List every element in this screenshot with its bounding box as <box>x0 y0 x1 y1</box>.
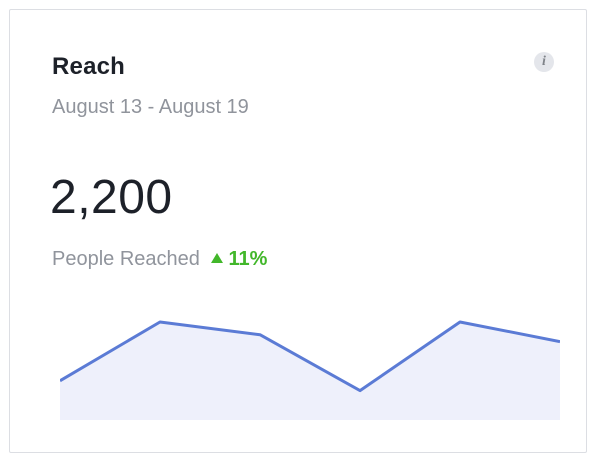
change-value: 11% <box>228 248 268 270</box>
up-arrow-icon <box>211 253 224 263</box>
change-indicator: 11% <box>211 248 267 270</box>
info-icon[interactable]: i <box>534 52 554 72</box>
date-range: August 13 - August 19 <box>52 96 249 118</box>
people-reached-label: People Reached <box>52 248 200 270</box>
metric-subtitle: People Reached 11% <box>52 248 267 271</box>
people-reached-value: 2,200 <box>50 171 173 224</box>
reach-sparkline <box>60 320 560 420</box>
card-title: Reach <box>52 53 126 80</box>
reach-card: Reach August 13 - August 19 i 2,200 Peop… <box>9 9 587 453</box>
